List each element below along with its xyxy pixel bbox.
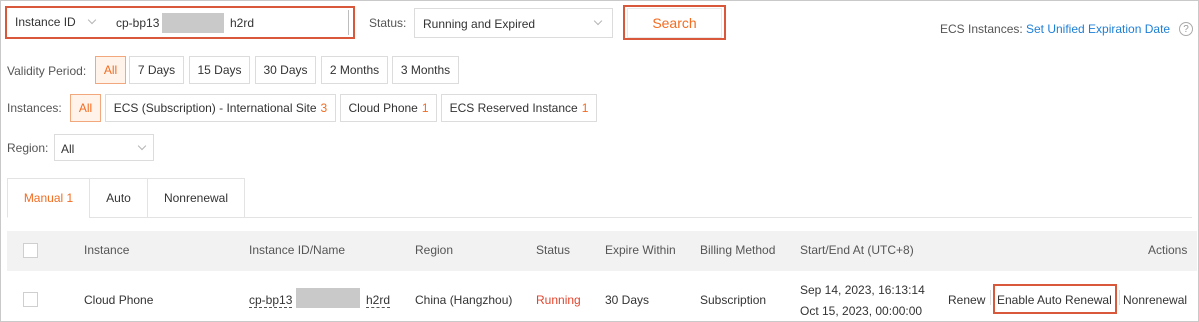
validity-7days-button[interactable]: 7 Days <box>129 56 184 84</box>
search-query-suffix: h2rd <box>230 16 255 30</box>
validity-3months-button[interactable]: 3 Months <box>392 56 459 84</box>
column-header-instance-id: Instance ID/Name <box>249 243 346 257</box>
column-header-status: Status <box>536 243 571 257</box>
instances-cloud-phone-button[interactable]: Cloud Phone 1 <box>340 94 437 122</box>
search-field-label: Instance ID <box>15 15 76 29</box>
validity-period-label: Validity Period: <box>7 64 87 78</box>
renew-link[interactable]: Renew <box>948 293 985 307</box>
column-header-expire-within: Expire Within <box>605 243 676 257</box>
row-instance: Cloud Phone <box>84 293 154 307</box>
validity-30days-button[interactable]: 30 Days <box>255 56 316 84</box>
row-billing-method: Subscription <box>700 293 767 307</box>
enable-auto-renewal-link[interactable]: Enable Auto Renewal <box>997 293 1112 307</box>
tab-manual[interactable]: Manual 1 <box>7 178 90 218</box>
nonrenewal-link[interactable]: Nonrenewal <box>1123 293 1187 307</box>
validity-all-button[interactable]: All <box>95 56 126 84</box>
instances-ecs-reserved-label: ECS Reserved Instance <box>449 101 578 115</box>
select-all-checkbox[interactable] <box>23 243 38 258</box>
search-input[interactable]: cp-bp13 h2rd <box>109 9 348 36</box>
row-instance-id-prefix[interactable]: cp-bp13 <box>249 293 293 308</box>
chevron-down-icon <box>137 141 147 151</box>
ecs-instances-label: ECS Instances: <box>940 22 1023 36</box>
region-label: Region: <box>7 141 49 155</box>
instances-ecs-reserved-button[interactable]: ECS Reserved Instance 1 <box>441 94 597 122</box>
row-end-time: Oct 15, 2023, 00:00:00 <box>800 304 923 318</box>
region-select[interactable]: All <box>54 134 154 161</box>
instances-ecs-subscription-label: ECS (Subscription) - International Site <box>113 101 317 115</box>
count-badge: 3 <box>320 101 328 115</box>
search-button[interactable]: Search <box>627 8 722 38</box>
column-header-start-end: Start/End At (UTC+8) <box>800 243 914 257</box>
status-select-value: Running and Expired <box>423 17 536 31</box>
search-query-prefix: cp-bp13 <box>116 16 160 30</box>
input-divider <box>348 10 349 35</box>
tab-auto[interactable]: Auto <box>89 178 148 218</box>
redacted-mask <box>162 13 224 33</box>
chevron-down-icon <box>593 16 603 26</box>
column-header-billing-method: Billing Method <box>700 243 776 257</box>
action-divider <box>1119 290 1120 305</box>
validity-2months-button[interactable]: 2 Months <box>321 56 388 84</box>
instances-ecs-subscription-button[interactable]: ECS (Subscription) - International Site 3 <box>105 94 336 122</box>
row-status: Running <box>536 293 581 307</box>
column-header-instance: Instance <box>84 243 130 257</box>
search-field-selector[interactable]: Instance ID <box>9 9 109 36</box>
count-badge: 1 <box>421 101 429 115</box>
help-icon[interactable]: ? <box>1179 22 1193 36</box>
status-label: Status: <box>369 16 407 30</box>
validity-15days-button[interactable]: 15 Days <box>189 56 250 84</box>
action-divider <box>990 290 991 305</box>
row-start-time: Sep 14, 2023, 16:13:14 <box>800 283 925 297</box>
instances-all-button[interactable]: All <box>70 94 101 122</box>
column-header-actions: Actions <box>1148 243 1188 257</box>
count-badge: 1 <box>581 101 589 115</box>
tab-nonrenewal[interactable]: Nonrenewal <box>147 178 245 218</box>
row-region: China (Hangzhou) <box>415 293 513 307</box>
column-header-region: Region <box>415 243 454 257</box>
region-select-value: All <box>61 142 75 156</box>
instances-cloud-phone-label: Cloud Phone <box>348 101 418 115</box>
row-expire-within: 30 Days <box>605 293 650 307</box>
instances-label: Instances: <box>7 101 62 115</box>
row-checkbox[interactable] <box>23 292 38 307</box>
set-unified-expiration-link[interactable]: Set Unified Expiration Date <box>1026 22 1170 36</box>
redacted-mask <box>296 288 360 308</box>
chevron-down-icon <box>87 15 97 25</box>
instances-all-label: All <box>78 101 93 115</box>
table-header <box>7 231 1197 271</box>
row-instance-id-suffix[interactable]: h2rd <box>366 293 391 308</box>
status-select[interactable]: Running and Expired <box>414 8 613 38</box>
